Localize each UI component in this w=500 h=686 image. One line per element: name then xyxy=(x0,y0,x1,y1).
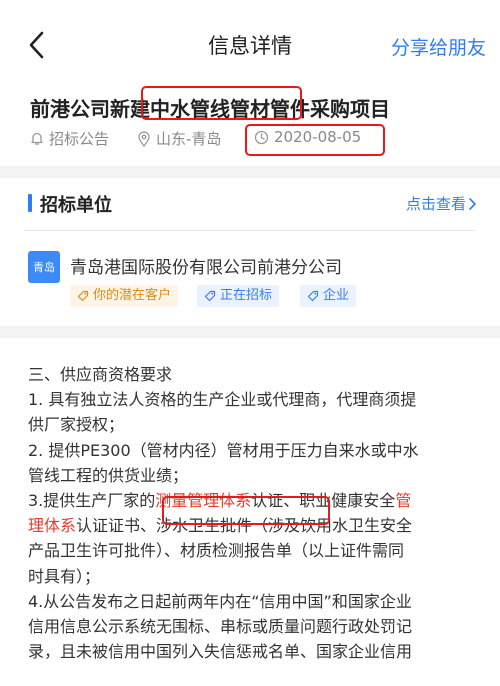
highlight-box-body xyxy=(162,496,330,525)
share-button[interactable]: 分享给朋友 xyxy=(391,33,486,60)
tag-icon xyxy=(77,290,89,302)
section-separator xyxy=(0,166,500,178)
project-title-part1: 前港公司新建 xyxy=(30,97,150,121)
chevron-right-icon xyxy=(469,197,476,210)
location-text: 山东-青岛 xyxy=(156,130,222,148)
body-segment: 3.提供生产厂家的 xyxy=(28,491,156,511)
location-icon xyxy=(138,130,150,147)
body-line: 管线工程的供货业绩； xyxy=(28,465,189,485)
bell-icon xyxy=(31,132,43,145)
top-navigation-bar: 信息详情 分享给朋友 xyxy=(0,0,500,88)
tag-icon xyxy=(307,290,319,302)
company-logo: 青岛 xyxy=(28,251,60,283)
highlight-box-title xyxy=(141,86,302,120)
highlight-box-date xyxy=(245,124,385,156)
tag-icon xyxy=(204,290,216,302)
highlight-management-system: 管 xyxy=(395,491,412,511)
view-more-link[interactable]: 点击查看 xyxy=(406,193,478,214)
section-marker xyxy=(28,194,32,212)
divider xyxy=(24,230,476,231)
body-line: 时具有）； xyxy=(28,566,101,586)
section-separator xyxy=(0,326,500,338)
body-line: 2. 提供PE300（管材内径）管材用于压力自来水或中水 xyxy=(28,440,419,460)
tag-label: 正在招标 xyxy=(220,288,273,303)
body-line: 1. 具有独立法人资格的生产企业或代理商，代理商须提 xyxy=(28,390,417,410)
view-more-label: 点击查看 xyxy=(405,195,466,213)
meta-type: 招标公告 xyxy=(30,128,109,149)
tag-label: 企业 xyxy=(323,288,350,303)
body-line: 4.从公告发布之日起前两年内在“信用中国”和国家企业 xyxy=(28,591,412,611)
tag-label: 你的潜在客户 xyxy=(93,288,172,303)
tag-enterprise: 企业 xyxy=(300,285,357,307)
body-line: 供厂家授权； xyxy=(28,415,125,435)
body-line: 信用信息公示系统无围标、串标或质量问题行政处罚记 xyxy=(28,617,413,637)
tag-potential-customer: 你的潜在客户 xyxy=(70,285,179,307)
body-line: 录，且未被信用中国列入失信惩戒名单、国家企业信用 xyxy=(28,642,413,662)
body-line: 产品卫生许可批件）、材质检测报告单（以上证件需同 xyxy=(28,541,405,561)
project-title-part2: 采购项目 xyxy=(310,97,390,121)
company-name[interactable]: 青岛港国际股份有限公司前港分公司 xyxy=(70,253,342,278)
notice-type: 招标公告 xyxy=(49,130,110,148)
meta-location: 山东-青岛 xyxy=(137,128,221,149)
body-heading: 三、供应商资格要求 xyxy=(28,365,173,384)
highlight-management-system: 理体系 xyxy=(28,516,77,536)
section-title: 招标单位 xyxy=(40,195,112,216)
tag-tendering: 正在招标 xyxy=(197,285,280,307)
